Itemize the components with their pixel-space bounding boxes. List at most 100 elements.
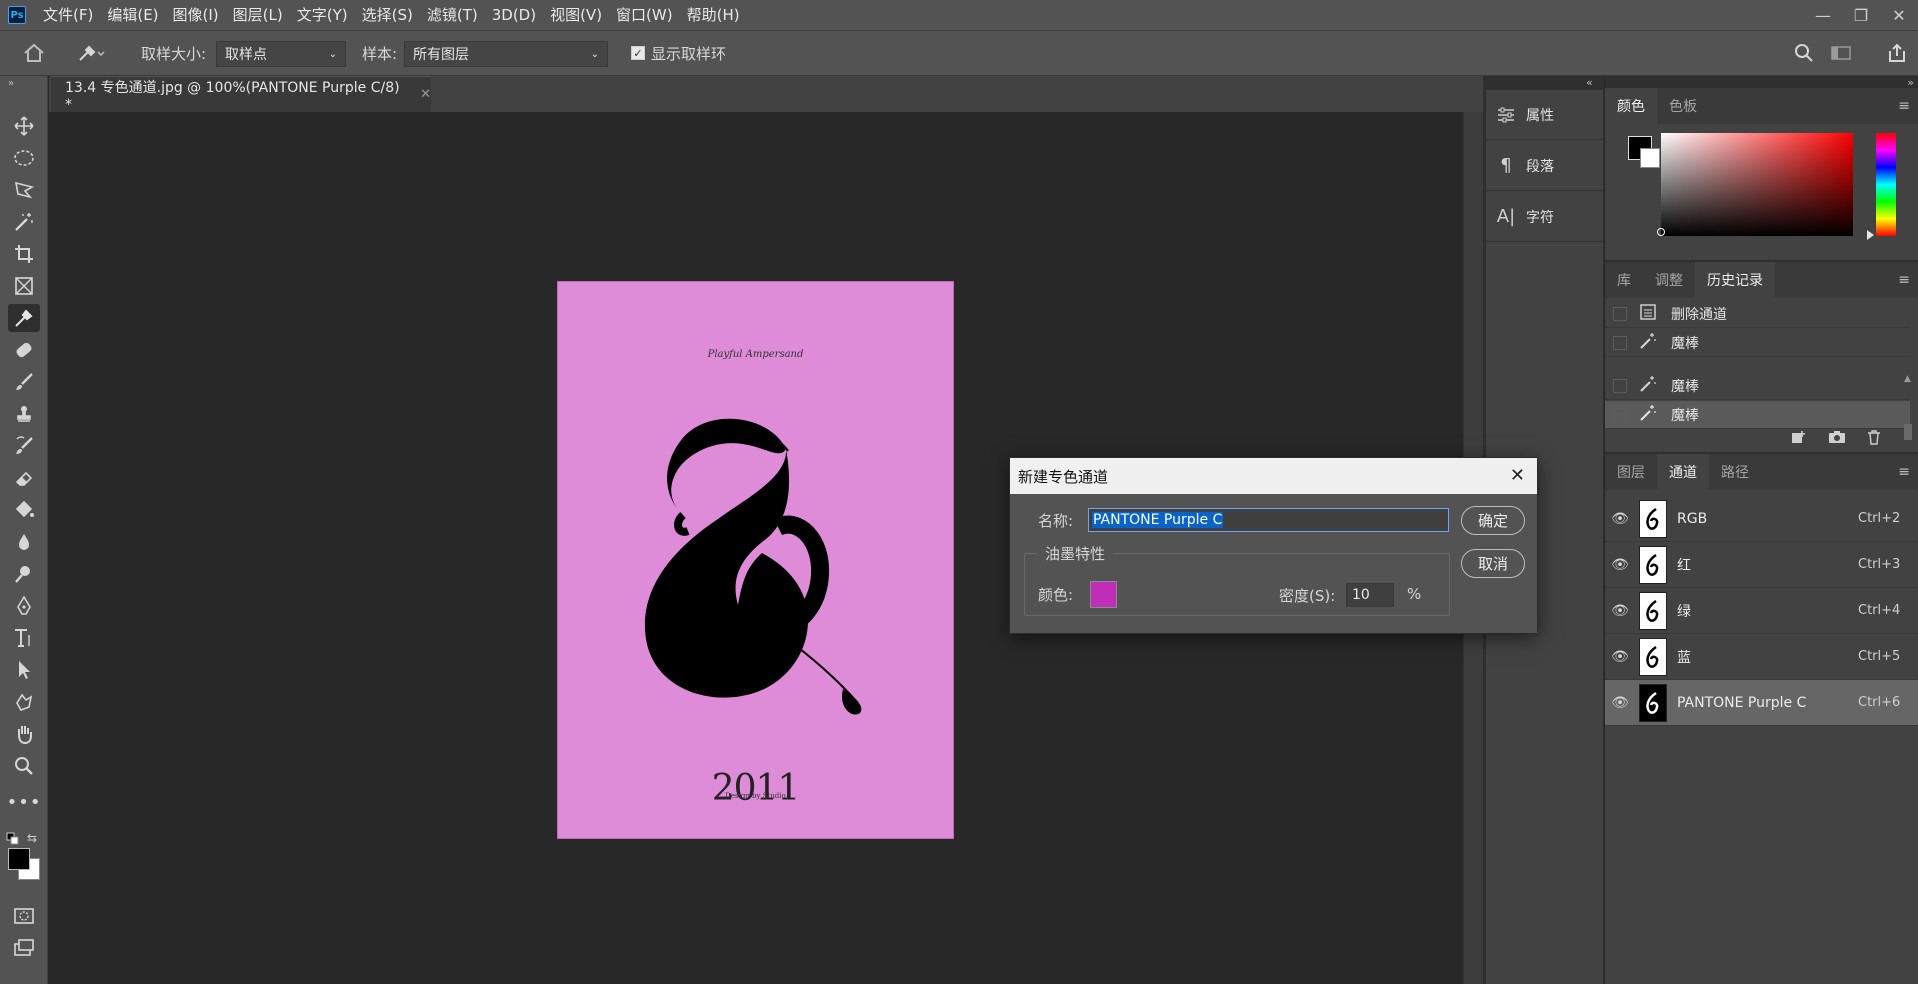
workspace-icon[interactable] [1830, 31, 1852, 75]
sample-size-select[interactable]: 取样点 ⌄ [216, 41, 346, 67]
more-tools-icon[interactable]: ••• [7, 788, 41, 816]
color-picker-cursor[interactable] [1657, 228, 1665, 236]
history-snapshot-box[interactable] [1613, 378, 1627, 393]
menu-image[interactable]: 图像(I) [166, 0, 226, 30]
show-ring-toggle[interactable]: ✓ 显示取样环 [631, 31, 726, 75]
zoom-tool-icon[interactable] [8, 752, 40, 780]
spot-healing-brush-icon[interactable] [8, 336, 40, 364]
tab-history[interactable]: 历史记录 [1695, 262, 1775, 298]
hue-slider-pointer[interactable] [1867, 230, 1874, 240]
foreground-color-swatch[interactable] [8, 848, 30, 870]
eye-visibility-icon[interactable]: 👁 [1605, 603, 1635, 619]
character-panel-button[interactable]: A| 字符 [1486, 192, 1603, 242]
home-icon[interactable] [22, 31, 46, 75]
eye-visibility-icon[interactable]: 👁 [1605, 511, 1635, 527]
channel-row-red[interactable]: 👁 红 Ctrl+3 [1605, 542, 1918, 588]
blur-tool-icon[interactable] [8, 528, 40, 556]
history-item[interactable]: 魔棒 [1605, 329, 1910, 357]
solidity-input[interactable]: 10 [1346, 583, 1394, 607]
menu-view[interactable]: 视图(V) [543, 0, 609, 30]
custom-shape-tool-icon[interactable] [8, 688, 40, 716]
history-snapshot-box[interactable] [1613, 306, 1627, 321]
tab-adjustments[interactable]: 调整 [1643, 262, 1695, 298]
scroll-thumb[interactable] [1904, 424, 1912, 440]
ok-button[interactable]: 确定 [1461, 506, 1525, 535]
menu-layer[interactable]: 图层(L) [226, 0, 290, 30]
new-document-from-state-icon[interactable] [1790, 429, 1808, 449]
dodge-tool-icon[interactable] [8, 560, 40, 588]
minimize-icon[interactable]: — [1804, 0, 1842, 30]
close-window-icon[interactable]: ✕ [1880, 0, 1918, 30]
menu-edit[interactable]: 编辑(E) [100, 0, 165, 30]
channel-row-spot[interactable]: 👁 PANTONE Purple C Ctrl+6 [1605, 680, 1918, 726]
polygonal-lasso-tool-icon[interactable] [8, 176, 40, 204]
eyedropper-tool-icon[interactable] [8, 304, 40, 332]
hue-slider[interactable] [1876, 133, 1896, 236]
pen-tool-icon[interactable] [8, 592, 40, 620]
history-snapshot-box[interactable] [1613, 335, 1627, 350]
type-tool-icon[interactable] [8, 624, 40, 652]
close-icon[interactable]: ✕ [1510, 465, 1525, 486]
spot-name-input[interactable]: PANTONE Purple C [1088, 508, 1449, 532]
tab-color[interactable]: 颜色 [1605, 88, 1657, 124]
move-tool-icon[interactable] [8, 112, 40, 140]
history-snapshot-box[interactable] [1613, 407, 1627, 422]
magic-wand-tool-icon[interactable] [8, 208, 40, 236]
document-artwork[interactable]: Playful Ampersand 2011 Design by Studio [557, 281, 954, 839]
menu-help[interactable]: 帮助(H) [680, 0, 747, 30]
tab-libraries[interactable]: 库 [1605, 262, 1643, 298]
history-item[interactable]: 删除通道 [1605, 300, 1910, 328]
paragraph-panel-button[interactable]: ¶ 段落 [1486, 141, 1603, 191]
eye-visibility-icon[interactable]: 👁 [1605, 649, 1635, 665]
eye-visibility-icon[interactable]: 👁 [1605, 557, 1635, 573]
history-item[interactable]: 魔棒 [1605, 372, 1910, 400]
menu-filter[interactable]: 滤镜(T) [420, 0, 485, 30]
tab-channels[interactable]: 通道 [1657, 454, 1709, 490]
tab-paths[interactable]: 路径 [1709, 454, 1761, 490]
panel-menu-icon[interactable]: ≡ [1898, 98, 1910, 114]
hand-tool-icon[interactable] [8, 720, 40, 748]
sample-select[interactable]: 所有图层 ⌄ [404, 41, 608, 67]
share-icon[interactable] [1887, 31, 1907, 75]
swap-colors-icon[interactable]: ⇆ [27, 831, 37, 845]
color-picker-field[interactable] [1661, 133, 1853, 236]
dialog-title-bar[interactable]: 新建专色通道 ✕ [1010, 458, 1537, 494]
background-color-chip[interactable] [1640, 148, 1660, 168]
brush-tool-icon[interactable] [8, 368, 40, 396]
menu-3d[interactable]: 3D(D) [485, 0, 543, 30]
channel-row-blue[interactable]: 👁 蓝 Ctrl+5 [1605, 634, 1918, 680]
close-tab-icon[interactable]: ✕ [420, 87, 431, 102]
scroll-up-icon[interactable]: ▲ [1904, 374, 1914, 384]
collapse-toolbar-icon[interactable]: » [8, 78, 14, 89]
crop-tool-icon[interactable] [8, 240, 40, 268]
panel-menu-icon[interactable]: ≡ [1898, 272, 1910, 288]
frame-tool-icon[interactable] [8, 272, 40, 300]
history-scrollbar[interactable]: ▲ [1904, 374, 1914, 444]
checkbox-checked-icon[interactable]: ✓ [631, 46, 645, 60]
screen-mode-icon[interactable] [8, 934, 40, 962]
tab-swatches[interactable]: 色板 [1657, 88, 1709, 124]
cancel-button[interactable]: 取消 [1461, 549, 1525, 578]
eye-visibility-icon[interactable]: 👁 [1605, 695, 1635, 711]
search-icon[interactable] [1793, 31, 1815, 75]
menu-type[interactable]: 文字(Y) [290, 0, 355, 30]
history-item-current[interactable]: 魔棒 [1605, 401, 1910, 429]
eyedropper-tool-preset-icon[interactable] [76, 31, 106, 75]
document-tab[interactable]: 13.4 专色通道.jpg @ 100%(PANTONE Purple C/8)… [51, 76, 431, 113]
restore-icon[interactable]: ❐ [1842, 0, 1880, 30]
camera-snapshot-icon[interactable] [1828, 429, 1846, 449]
paint-bucket-tool-icon[interactable] [8, 496, 40, 524]
path-selection-tool-icon[interactable] [8, 656, 40, 684]
menu-window[interactable]: 窗口(W) [609, 0, 680, 30]
channel-row-green[interactable]: 👁 绿 Ctrl+4 [1605, 588, 1918, 634]
clone-stamp-tool-icon[interactable] [8, 400, 40, 428]
tab-layers[interactable]: 图层 [1605, 454, 1657, 490]
trash-icon[interactable] [1866, 429, 1882, 449]
properties-panel-button[interactable]: 属性 [1486, 90, 1603, 140]
history-brush-tool-icon[interactable] [8, 432, 40, 460]
ink-color-swatch[interactable] [1090, 581, 1117, 608]
menu-select[interactable]: 选择(S) [355, 0, 420, 30]
quick-mask-icon[interactable] [8, 902, 40, 930]
channel-row-rgb[interactable]: 👁 RGB Ctrl+2 [1605, 496, 1918, 542]
elliptical-marquee-tool-icon[interactable] [8, 144, 40, 172]
